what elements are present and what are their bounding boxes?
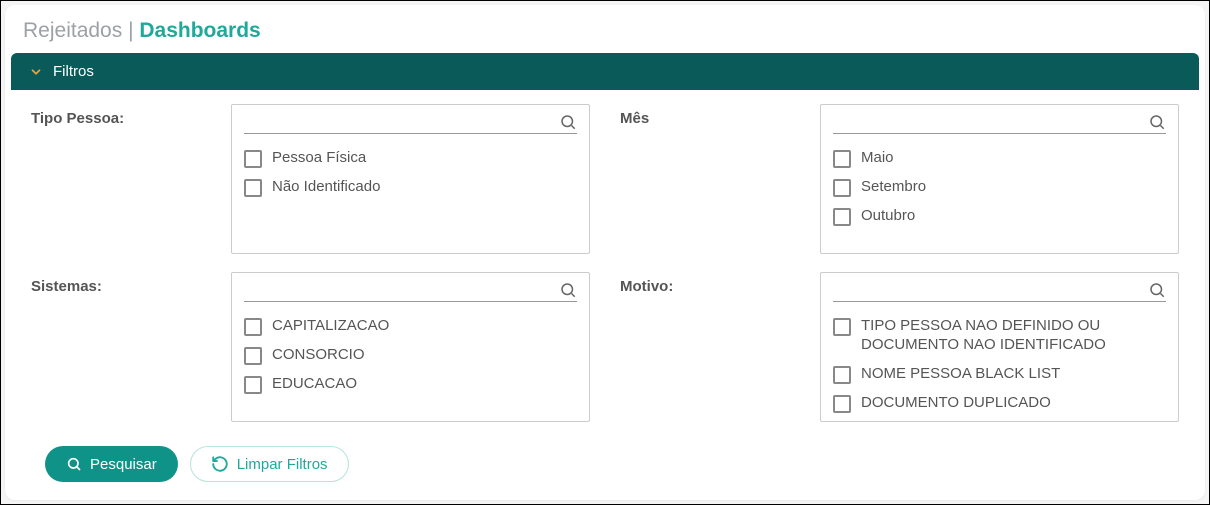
option-row[interactable]: Maio xyxy=(833,144,1166,173)
option-label[interactable]: Setembro xyxy=(861,178,926,197)
filters-title: Filtros xyxy=(53,63,94,80)
option-label[interactable]: CONSORCIO xyxy=(272,346,365,365)
option-label[interactable]: EDUCACAO xyxy=(272,375,357,394)
checkbox[interactable] xyxy=(244,318,262,336)
options-sistemas: CAPITALIZACAO CONSORCIO EDUCACAO xyxy=(232,308,589,421)
checkbox[interactable] xyxy=(833,150,851,168)
checkbox[interactable] xyxy=(244,376,262,394)
filter-box-mes: Maio Setembro Outubro xyxy=(820,104,1179,254)
checkbox[interactable] xyxy=(244,150,262,168)
filter-label-mes: Mês xyxy=(620,104,810,127)
filter-label-tipo-pessoa: Tipo Pessoa: xyxy=(31,104,221,127)
checkbox[interactable] xyxy=(244,347,262,365)
option-label[interactable]: DOCUMENTO DUPLICADO xyxy=(861,394,1051,413)
search-icon[interactable] xyxy=(1148,113,1166,131)
filter-sistemas: Sistemas: CAPITALIZACAO CONSORCIO EDUCAC… xyxy=(31,272,590,426)
breadcrumb: Rejeitados | Dashboards xyxy=(5,5,1205,53)
clear-button[interactable]: Limpar Filtros xyxy=(190,446,349,482)
search-input-mes[interactable] xyxy=(833,114,1148,130)
checkbox[interactable] xyxy=(244,179,262,197)
search-icon[interactable] xyxy=(1148,281,1166,299)
options-mes: Maio Setembro Outubro xyxy=(821,140,1178,253)
option-row[interactable]: Pessoa Física xyxy=(244,144,577,173)
search-icon[interactable] xyxy=(559,113,577,131)
filter-box-sistemas: CAPITALIZACAO CONSORCIO EDUCACAO xyxy=(231,272,590,422)
option-row[interactable]: CONSORCIO xyxy=(244,341,577,370)
option-label[interactable]: Não Identificado xyxy=(272,178,380,197)
option-row[interactable]: CAPITALIZACAO xyxy=(244,312,577,341)
checkbox[interactable] xyxy=(833,318,851,336)
search-input-tipo-pessoa[interactable] xyxy=(244,114,559,130)
breadcrumb-sep: | xyxy=(122,19,139,42)
checkbox[interactable] xyxy=(833,395,851,413)
checkbox[interactable] xyxy=(833,366,851,384)
option-row[interactable]: Setembro xyxy=(833,173,1166,202)
option-label[interactable]: NOME PESSOA BLACK LIST xyxy=(861,365,1060,384)
search-input-sistemas[interactable] xyxy=(244,282,559,298)
filter-box-tipo-pessoa: Pessoa Física Não Identificado xyxy=(231,104,590,254)
search-icon xyxy=(66,456,82,472)
options-motivo: TIPO PESSOA NAO DEFINIDO OU DOCUMENTO NA… xyxy=(821,308,1178,421)
options-tipo-pessoa: Pessoa Física Não Identificado xyxy=(232,140,589,253)
option-label[interactable]: CAPITALIZACAO xyxy=(272,317,389,336)
checkbox[interactable] xyxy=(833,208,851,226)
clear-button-label: Limpar Filtros xyxy=(237,456,328,473)
breadcrumb-active[interactable]: Dashboards xyxy=(139,19,260,42)
option-row[interactable]: NOME PESSOA BLACK LIST xyxy=(833,360,1166,389)
option-label[interactable]: Outubro xyxy=(861,207,915,226)
option-row[interactable]: EDUCACAO xyxy=(244,370,577,399)
filter-motivo: Motivo: TIPO PESSOA NAO DEFINIDO OU DOCU… xyxy=(620,272,1179,426)
search-icon[interactable] xyxy=(559,281,577,299)
chevron-down-icon xyxy=(29,65,43,79)
filters-toggle-bar[interactable]: Filtros xyxy=(11,53,1199,90)
breadcrumb-inactive[interactable]: Rejeitados xyxy=(23,19,122,42)
filter-mes: Mês Maio Setembro Outubro xyxy=(620,104,1179,258)
search-input-motivo[interactable] xyxy=(833,282,1148,298)
filter-label-motivo: Motivo: xyxy=(620,272,810,295)
filter-tipo-pessoa: Tipo Pessoa: Pessoa Física Não Identific… xyxy=(31,104,590,258)
checkbox[interactable] xyxy=(833,179,851,197)
option-label[interactable]: TIPO PESSOA NAO DEFINIDO OU DOCUMENTO NA… xyxy=(861,317,1166,355)
option-label[interactable]: Pessoa Física xyxy=(272,149,366,168)
search-button-label: Pesquisar xyxy=(90,456,157,473)
filter-label-sistemas: Sistemas: xyxy=(31,272,221,295)
option-row[interactable]: DOCUMENTO DUPLICADO xyxy=(833,389,1166,418)
option-label[interactable]: Maio xyxy=(861,149,894,168)
option-row[interactable]: Outubro xyxy=(833,202,1166,231)
filter-box-motivo: TIPO PESSOA NAO DEFINIDO OU DOCUMENTO NA… xyxy=(820,272,1179,422)
undo-icon xyxy=(211,455,229,473)
option-row[interactable]: Não Identificado xyxy=(244,173,577,202)
option-row[interactable]: TIPO PESSOA NAO DEFINIDO OU DOCUMENTO NA… xyxy=(833,312,1166,360)
search-button[interactable]: Pesquisar xyxy=(45,446,178,482)
